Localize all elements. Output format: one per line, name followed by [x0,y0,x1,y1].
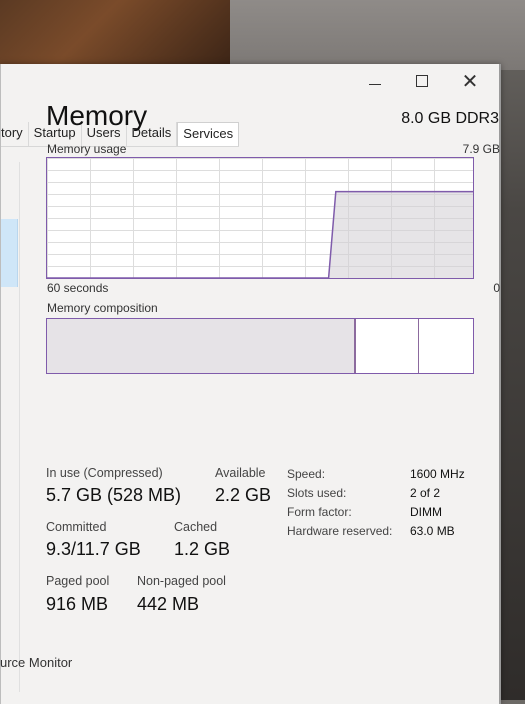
paged-pool-value: 916 MB [46,594,109,614]
form-factor-label: Form factor: [287,505,352,519]
memory-spec: 8.0 GB DDR3 [401,110,499,127]
memory-usage-label: Memory usage [47,142,127,156]
slots-used-value: 2 of 2 [410,486,441,500]
cached-label: Cached [174,520,218,534]
graph-time-right: 0 [493,281,500,295]
maximize-button[interactable] [399,68,445,94]
available-value: 2.2 GB [215,485,272,505]
selected-resource-item[interactable] [1,219,18,287]
in-use-value: 5.7 GB (528 MB) [46,485,182,505]
panel-divider [19,162,20,692]
desktop-background-sky [230,0,525,70]
cached-value: 1.2 GB [174,539,231,559]
desktop-background-rock [0,0,230,70]
speed-label: Speed: [287,467,326,481]
slots-used-label: Slots used: [287,486,347,500]
resource-monitor-link[interactable]: urce Monitor [0,655,72,670]
minimize-button[interactable] [352,68,398,94]
title-bar: ✕ [1,64,499,96]
committed-label: Committed [46,520,107,534]
form-factor-value: DIMM [410,505,442,519]
tab-app-history[interactable]: tory [1,122,29,146]
committed-value: 9.3/11.7 GB [46,539,141,559]
paged-pool-label: Paged pool [46,574,110,588]
in-use-label: In use (Compressed) [46,466,163,480]
memory-usage-area [47,191,473,278]
non-paged-pool-label: Non-paged pool [137,574,226,588]
page-title: Memory [46,100,148,131]
non-paged-pool-value: 442 MB [137,594,200,614]
composition-in-use-segment [47,319,356,373]
memory-usage-max: 7.9 GB [462,142,500,156]
memory-composition-bar [46,318,474,374]
close-button[interactable]: ✕ [447,68,493,94]
composition-free-segment [419,319,473,373]
memory-composition-label: Memory composition [47,301,158,315]
hardware-reserved-label: Hardware reserved: [287,524,393,538]
tab-services[interactable]: Services [177,122,240,146]
available-label: Available [215,466,266,480]
graph-time-left: 60 seconds [47,281,109,295]
speed-value: 1600 MHz [410,467,465,481]
hardware-reserved-value: 63.0 MB [410,524,455,538]
composition-modified-segment [356,319,419,373]
memory-usage-graph [46,157,474,279]
memory-usage-plot [47,190,473,278]
